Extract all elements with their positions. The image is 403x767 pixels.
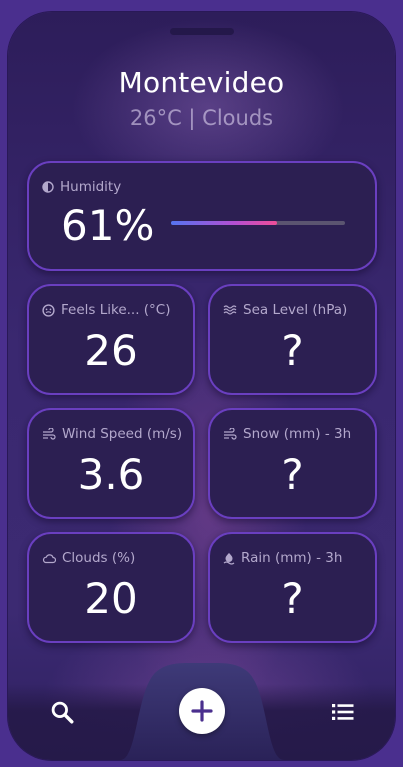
wind-icon	[43, 428, 56, 440]
app-screen: Montevideo 26°C | Clouds Humidity 61% Fe…	[8, 12, 395, 760]
wind-speed-card: Wind Speed (m/s) 3.6	[27, 408, 195, 519]
rain-value: ?	[281, 574, 304, 623]
humidity-bar-fill	[171, 221, 278, 225]
list-icon	[332, 704, 354, 720]
clouds-label: Clouds (%)	[62, 550, 136, 566]
snow-label: Snow (mm) - 3h	[243, 426, 352, 442]
feels-like-label: Feels Like... (°C)	[61, 302, 171, 318]
cloud-icon	[42, 553, 56, 563]
wind-speed-value: 3.6	[77, 450, 145, 499]
umbrella-drop-icon	[223, 552, 235, 565]
rain-label-row: Rain (mm) - 3h	[223, 550, 342, 566]
sea-level-card: Sea Level (hPa) ?	[208, 284, 377, 395]
search-button[interactable]	[44, 694, 80, 730]
face-icon	[42, 303, 55, 317]
list-button[interactable]	[325, 694, 361, 730]
clouds-card: Clouds (%) 20	[27, 532, 195, 643]
add-location-button[interactable]	[179, 688, 225, 734]
humidity-value: 61%	[61, 201, 155, 250]
contrast-half-icon	[42, 181, 54, 193]
rain-label: Rain (mm) - 3h	[241, 550, 343, 566]
waves-icon	[223, 305, 237, 315]
wind-icon	[224, 428, 237, 440]
feels-like-value: 26	[84, 326, 138, 375]
wind-speed-label-row: Wind Speed (m/s)	[42, 426, 182, 442]
weather-summary: 26°C | Clouds	[129, 106, 274, 130]
humidity-label: Humidity	[60, 179, 122, 195]
wind-speed-label: Wind Speed (m/s)	[62, 426, 183, 442]
city-name: Montevideo	[118, 66, 285, 99]
humidity-label-row: Humidity	[42, 179, 121, 195]
humidity-bar	[171, 221, 345, 225]
clouds-label-row: Clouds (%)	[42, 550, 135, 566]
humidity-card: Humidity 61%	[27, 161, 377, 271]
snow-value: ?	[281, 450, 304, 499]
snow-label-row: Snow (mm) - 3h	[223, 426, 351, 442]
clouds-value: 20	[84, 574, 138, 623]
drag-handle[interactable]	[170, 28, 234, 35]
feels-like-label-row: Feels Like... (°C)	[42, 302, 171, 318]
rain-card: Rain (mm) - 3h ?	[208, 532, 377, 643]
sea-level-label-row: Sea Level (hPa)	[223, 302, 347, 318]
feels-like-card: Feels Like... (°C) 26	[27, 284, 195, 395]
search-icon	[51, 701, 74, 724]
sea-level-value: ?	[281, 326, 304, 375]
snow-card: Snow (mm) - 3h ?	[208, 408, 377, 519]
plus-circle-icon	[191, 700, 213, 722]
sea-level-label: Sea Level (hPa)	[243, 302, 348, 318]
